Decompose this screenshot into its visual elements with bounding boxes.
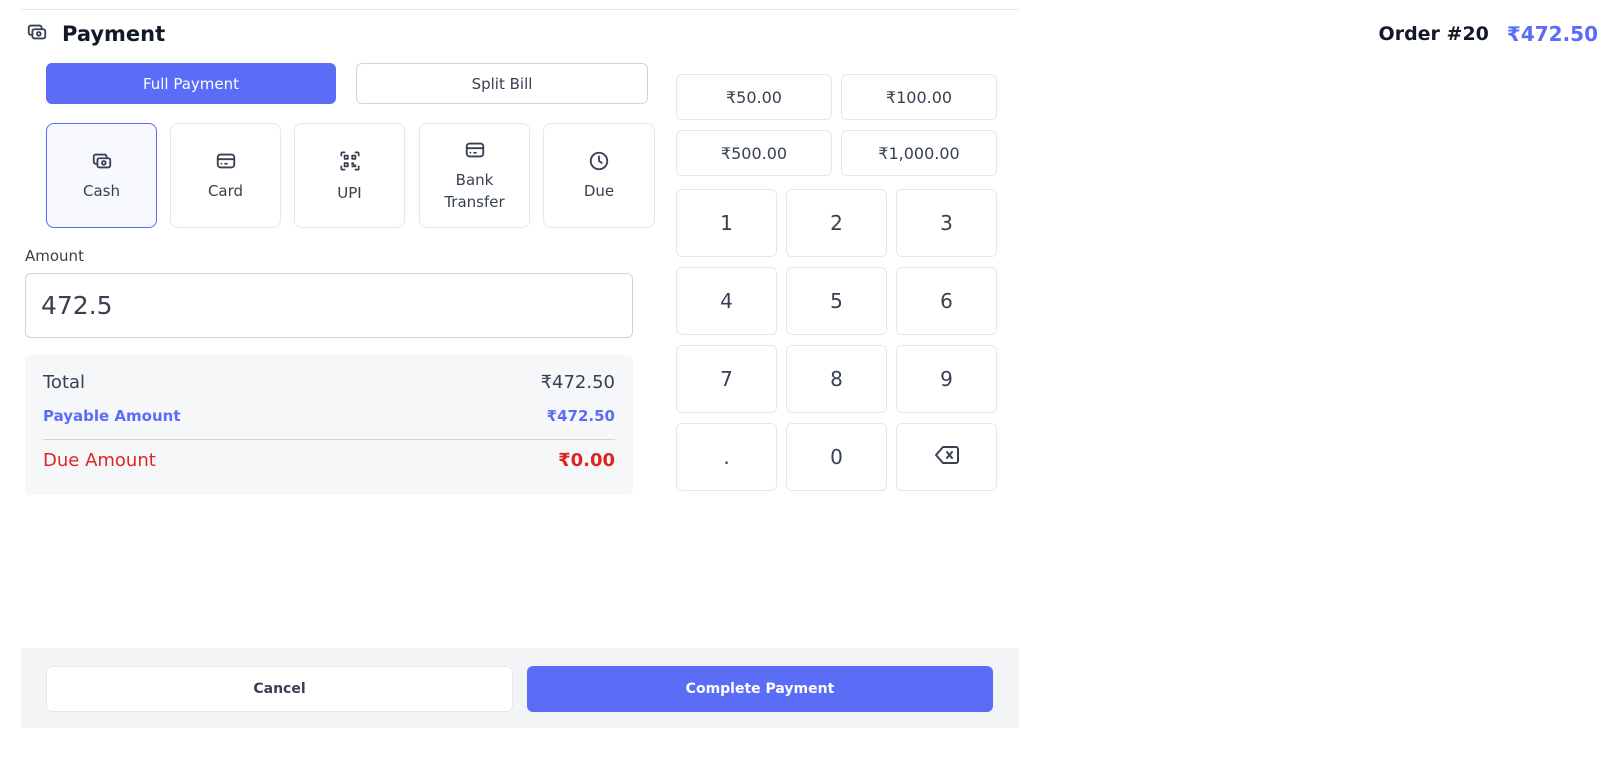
key-label: 3	[940, 211, 953, 235]
keypad-key-backspace[interactable]	[896, 423, 997, 491]
modal-footer: Cancel Complete Payment	[21, 648, 1019, 728]
keypad-key-5[interactable]: 5	[786, 267, 887, 335]
method-label: UPI	[337, 183, 362, 202]
qr-code-icon	[337, 148, 363, 174]
method-label: Due	[583, 181, 615, 200]
key-label: 7	[720, 367, 733, 391]
method-due[interactable]: Due	[543, 123, 655, 228]
page-title: Payment	[62, 22, 166, 46]
amount-input[interactable]	[25, 273, 633, 338]
due-label: Due Amount	[43, 450, 156, 471]
key-label: 0	[830, 445, 843, 469]
modal-header: Payment	[26, 18, 165, 50]
method-label: Cash	[83, 181, 120, 200]
cash-icon	[91, 150, 113, 172]
due-value: ₹0.00	[558, 450, 615, 471]
method-label: Bank Transfer	[444, 170, 505, 211]
keypad-key-8[interactable]: 8	[786, 345, 887, 413]
key-label: 6	[940, 289, 953, 313]
card-icon	[215, 150, 237, 172]
bank-card-icon	[464, 139, 486, 161]
amount-label: Amount	[25, 247, 84, 265]
summary-payable-row: Payable Amount ₹472.50	[43, 407, 615, 425]
keypad-key-1[interactable]: 1	[676, 189, 777, 257]
keypad-key-0[interactable]: 0	[786, 423, 887, 491]
key-label: 9	[940, 367, 953, 391]
clock-icon	[588, 150, 610, 172]
full-payment-label: Full Payment	[142, 74, 240, 93]
order-number: Order #20	[1378, 23, 1489, 45]
summary-due-row: Due Amount ₹0.00	[43, 450, 615, 471]
complete-payment-label: Complete Payment	[685, 681, 835, 697]
method-card[interactable]: Card	[170, 123, 281, 228]
keypad-key-decimal[interactable]: .	[676, 423, 777, 491]
cancel-button[interactable]: Cancel	[46, 666, 513, 712]
quick-amount-label: ₹500.00	[720, 143, 788, 163]
keypad-key-2[interactable]: 2	[786, 189, 887, 257]
total-value: ₹472.50	[540, 372, 615, 393]
keypad-key-7[interactable]: 7	[676, 345, 777, 413]
modal-top-border	[21, 9, 1019, 10]
split-bill-label: Split Bill	[471, 74, 533, 93]
key-label: 4	[720, 289, 733, 313]
keypad-key-4[interactable]: 4	[676, 267, 777, 335]
cash-icon	[26, 21, 48, 47]
keypad-key-3[interactable]: 3	[896, 189, 997, 257]
keypad-key-9[interactable]: 9	[896, 345, 997, 413]
total-label: Total	[43, 372, 86, 393]
keypad-key-6[interactable]: 6	[896, 267, 997, 335]
quick-amount-1000[interactable]: ₹1,000.00	[841, 130, 997, 176]
key-label: 8	[830, 367, 843, 391]
order-summary-header: Order #20 ₹472.50	[1379, 18, 1598, 50]
order-total: ₹472.50	[1506, 22, 1598, 46]
backspace-icon	[934, 444, 960, 471]
key-label: 1	[720, 211, 733, 235]
payable-label: Payable Amount	[43, 407, 181, 425]
method-cash[interactable]: Cash	[46, 123, 157, 228]
quick-amount-500[interactable]: ₹500.00	[676, 130, 832, 176]
method-upi[interactable]: UPI	[294, 123, 405, 228]
split-bill-tab[interactable]: Split Bill	[356, 63, 648, 104]
method-bank-transfer[interactable]: Bank Transfer	[419, 123, 530, 228]
payment-summary: Total ₹472.50 Payable Amount ₹472.50 Due…	[25, 355, 633, 495]
key-label: .	[723, 445, 730, 469]
key-label: 5	[830, 289, 843, 313]
quick-amount-label: ₹50.00	[726, 87, 782, 107]
quick-amount-label: ₹100.00	[885, 87, 953, 107]
cancel-label: Cancel	[253, 681, 306, 697]
summary-divider	[43, 439, 615, 440]
full-payment-tab[interactable]: Full Payment	[46, 63, 336, 104]
quick-amount-100[interactable]: ₹100.00	[841, 74, 997, 120]
method-label: Card	[207, 181, 244, 200]
summary-total-row: Total ₹472.50	[43, 372, 615, 393]
payable-value: ₹472.50	[546, 407, 615, 425]
quick-amount-label: ₹1,000.00	[878, 143, 960, 163]
quick-amount-50[interactable]: ₹50.00	[676, 74, 832, 120]
key-label: 2	[830, 211, 843, 235]
complete-payment-button[interactable]: Complete Payment	[527, 666, 993, 712]
